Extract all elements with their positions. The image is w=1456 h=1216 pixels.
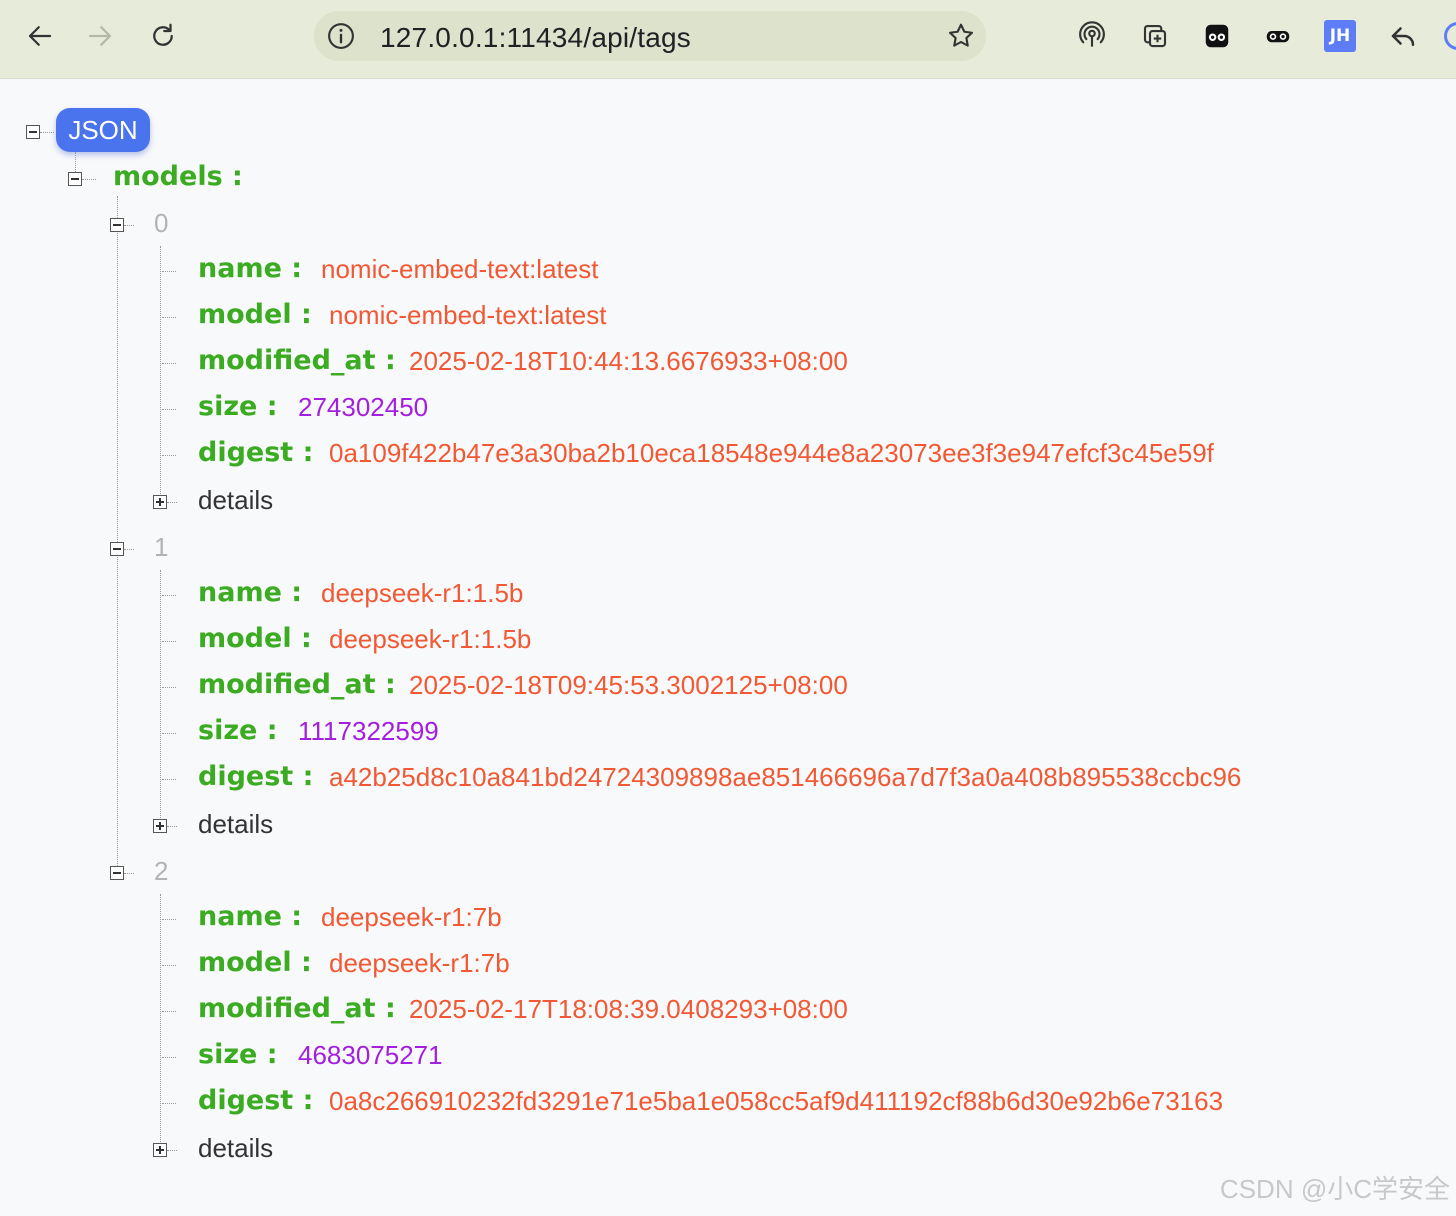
tree-connector: [40, 132, 54, 133]
tree-connector: [162, 363, 176, 364]
model-key: model :: [198, 299, 312, 330]
modified-at-key: modified_at :: [198, 669, 396, 700]
collapse-item-toggle[interactable]: [110, 542, 124, 556]
tree-connector: [162, 779, 176, 780]
models-key: models :: [113, 161, 243, 192]
size-value: 274302450: [298, 392, 429, 422]
array-index: 1: [154, 532, 169, 562]
tree-connector: [162, 271, 176, 272]
name-value: nomic-embed-text:latest: [321, 254, 599, 284]
tree-connector: [167, 502, 177, 503]
collapse-item-toggle[interactable]: [110, 218, 124, 232]
collapse-item-toggle[interactable]: [110, 866, 124, 880]
tree-connector: [162, 317, 176, 318]
tree-connector: [162, 733, 176, 734]
name-value: deepseek-r1:7b: [321, 902, 502, 932]
tree-connector: [162, 455, 176, 456]
name-value: deepseek-r1:1.5b: [321, 578, 524, 608]
model-key: model :: [198, 947, 312, 978]
details-node[interactable]: details: [198, 807, 273, 841]
tree-connector: [160, 570, 161, 818]
modified-at-value: 2025-02-18T09:45:53.3002125+08:00: [409, 670, 848, 700]
modified-at-value: 2025-02-18T10:44:13.6676933+08:00: [409, 346, 848, 376]
tree-connector: [162, 1011, 176, 1012]
tree-connector: [162, 965, 176, 966]
tree-connector: [124, 549, 134, 550]
expand-details-toggle[interactable]: [153, 1143, 167, 1157]
tree-connector: [162, 687, 176, 688]
model-value: nomic-embed-text:latest: [329, 300, 607, 330]
tree-connector: [162, 919, 176, 920]
tree-connector: [124, 873, 134, 874]
tree-connector: [75, 152, 76, 172]
details-node[interactable]: details: [198, 483, 273, 517]
size-key: size :: [198, 1039, 278, 1070]
collapse-models-toggle[interactable]: [68, 172, 82, 186]
size-key: size :: [198, 391, 278, 422]
modified-at-key: modified_at :: [198, 993, 396, 1024]
modified-at-value: 2025-02-17T18:08:39.0408293+08:00: [409, 994, 848, 1024]
json-root-badge[interactable]: JSON: [56, 108, 150, 152]
digest-value: 0a109f422b47e3a30ba2b10eca18548e944e8a23…: [329, 438, 1214, 468]
model-value: deepseek-r1:7b: [329, 948, 510, 978]
tree-connector: [162, 641, 176, 642]
tree-connector: [117, 196, 118, 872]
tree-connector: [162, 1057, 176, 1058]
digest-value: 0a8c266910232fd3291e71e5ba1e058cc5af9d41…: [329, 1086, 1224, 1116]
tree-connector: [162, 595, 176, 596]
tree-connector: [124, 225, 134, 226]
digest-key: digest :: [198, 437, 314, 468]
name-key: name :: [198, 577, 303, 608]
size-value: 4683075271: [298, 1040, 443, 1070]
array-index: 0: [154, 208, 169, 238]
tree-connector: [162, 409, 176, 410]
array-index: 2: [154, 856, 169, 886]
model-value: deepseek-r1:1.5b: [329, 624, 532, 654]
json-viewer: JSON models : 0 name : nomic-embed-text:…: [0, 0, 1456, 1163]
size-key: size :: [198, 715, 278, 746]
tree-connector: [167, 1150, 177, 1151]
model-key: model :: [198, 623, 312, 654]
modified-at-key: modified_at :: [198, 345, 396, 376]
expand-details-toggle[interactable]: [153, 819, 167, 833]
collapse-root-toggle[interactable]: [26, 125, 40, 139]
name-key: name :: [198, 253, 303, 284]
tree-connector: [162, 1103, 176, 1104]
tree-connector: [160, 894, 161, 1142]
tree-connector: [167, 826, 177, 827]
tree-connector: [160, 246, 161, 494]
expand-details-toggle[interactable]: [153, 495, 167, 509]
tree-connector: [82, 179, 96, 180]
digest-key: digest :: [198, 1085, 314, 1116]
details-node[interactable]: details: [198, 1131, 273, 1165]
digest-key: digest :: [198, 761, 314, 792]
size-value: 1117322599: [298, 716, 439, 746]
name-key: name :: [198, 901, 303, 932]
watermark: CSDN @小C学安全: [1219, 1174, 1450, 1204]
digest-value: a42b25d8c10a841bd24724309898ae851466696a…: [329, 762, 1242, 792]
